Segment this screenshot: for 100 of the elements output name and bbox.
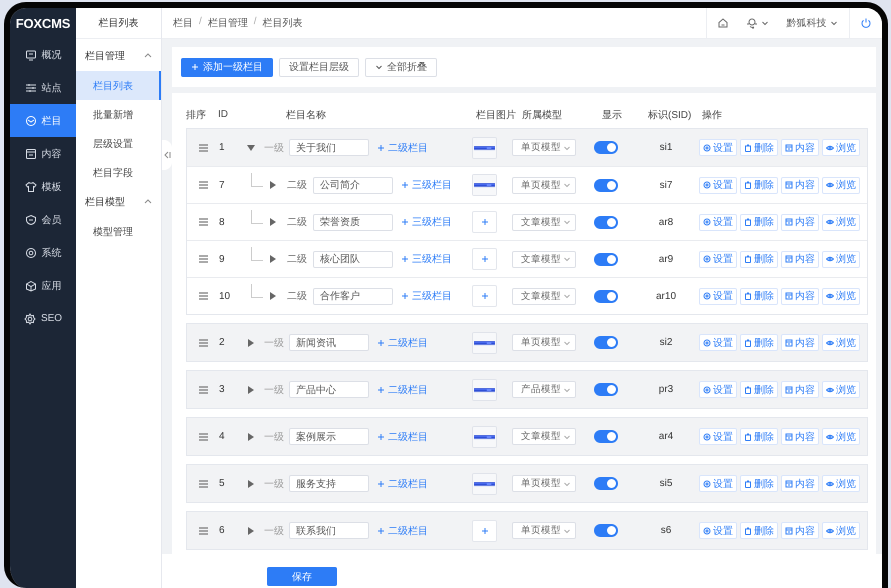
model-select[interactable]: 单页模型 [512, 475, 576, 492]
action-button[interactable]: 浏览 [822, 428, 860, 445]
action-button[interactable]: 设置 [699, 288, 737, 304]
add-sublevel-link[interactable]: 三级栏目 [401, 215, 452, 229]
toggle-switch[interactable] [594, 383, 618, 396]
name-field[interactable]: 荣誉资质 [313, 214, 393, 230]
action-button[interactable]: 设置 [699, 214, 737, 230]
action-button[interactable]: 设置 [699, 250, 737, 268]
model-select[interactable]: 文章模型 [512, 214, 576, 230]
menu-group[interactable]: 栏目管理 [76, 41, 161, 71]
action-button[interactable]: 内容 [781, 334, 819, 351]
action-button[interactable]: 删除 [740, 176, 778, 194]
toggle-switch[interactable] [594, 524, 618, 537]
action-button[interactable]: 设置 [699, 522, 737, 539]
name-field[interactable]: 新闻资讯 [289, 334, 369, 351]
menu-item[interactable]: 批量新增 [76, 100, 161, 129]
level-settings-button[interactable]: 设置栏目层级 [279, 58, 359, 76]
add-sublevel-link[interactable]: 三级栏目 [401, 252, 452, 266]
name-field[interactable]: 关于我们 [289, 139, 369, 156]
model-select[interactable]: 产品模型 [512, 381, 576, 398]
action-button[interactable]: 删除 [740, 428, 778, 445]
toggle-switch[interactable] [594, 336, 618, 349]
action-button[interactable]: 内容 [781, 288, 819, 304]
action-button[interactable]: 设置 [699, 475, 737, 492]
collapse-handle[interactable] [162, 140, 172, 170]
nav-item[interactable]: 内容 [10, 137, 76, 170]
action-button[interactable]: 删除 [740, 250, 778, 268]
action-button[interactable]: 内容 [781, 214, 819, 230]
toggle-switch[interactable] [594, 141, 618, 154]
action-button[interactable]: 浏览 [822, 176, 860, 194]
add-button[interactable]: 添加一级栏目 [181, 58, 273, 76]
nav-item[interactable]: 会员 [10, 203, 76, 236]
breadcrumb-item[interactable]: 栏目管理 [208, 16, 248, 30]
toggle-switch[interactable] [594, 178, 618, 192]
action-button[interactable]: 内容 [781, 139, 819, 156]
name-field[interactable]: 核心团队 [313, 250, 393, 268]
breadcrumb-item[interactable]: 栏目 [173, 16, 193, 30]
name-field[interactable]: 联系我们 [289, 522, 369, 539]
nav-item[interactable]: 应用 [10, 269, 76, 302]
action-button[interactable]: 内容 [781, 475, 819, 492]
action-button[interactable]: 浏览 [822, 522, 860, 539]
nav-item[interactable]: SEO [10, 302, 76, 335]
action-button[interactable]: 设置 [699, 428, 737, 445]
action-button[interactable]: 删除 [740, 381, 778, 398]
model-select[interactable]: 单页模型 [512, 334, 576, 351]
action-button[interactable]: 删除 [740, 139, 778, 156]
toggle-switch[interactable] [594, 290, 618, 302]
add-sublevel-link[interactable]: 二级栏目 [377, 382, 428, 396]
action-button[interactable]: 内容 [781, 176, 819, 194]
name-field[interactable]: 合作客户 [313, 288, 393, 304]
model-select[interactable]: 文章模型 [512, 428, 576, 445]
action-button[interactable]: 浏览 [822, 250, 860, 268]
toggle-switch[interactable] [594, 477, 618, 490]
add-sublevel-link[interactable]: 三级栏目 [401, 289, 452, 303]
nav-item[interactable]: 概况 [10, 38, 76, 71]
add-sublevel-link[interactable]: 二级栏目 [377, 524, 428, 538]
name-field[interactable]: 服务支持 [289, 475, 369, 492]
action-button[interactable]: 浏览 [822, 381, 860, 398]
user-menu[interactable]: 黔狐科技 [775, 8, 849, 38]
toggle-switch[interactable] [594, 216, 618, 228]
action-button[interactable]: 内容 [781, 522, 819, 539]
menu-item[interactable]: 层级设置 [76, 129, 161, 158]
action-button[interactable]: 设置 [699, 139, 737, 156]
add-sublevel-link[interactable]: 三级栏目 [401, 178, 452, 192]
action-button[interactable]: 浏览 [822, 334, 860, 351]
toggle-switch[interactable] [594, 252, 618, 266]
action-button[interactable]: 浏览 [822, 288, 860, 304]
model-select[interactable]: 单页模型 [512, 522, 576, 539]
action-button[interactable]: 设置 [699, 381, 737, 398]
model-select[interactable]: 文章模型 [512, 288, 576, 304]
action-button[interactable]: 内容 [781, 381, 819, 398]
name-field[interactable]: 案例展示 [289, 428, 369, 445]
action-button[interactable]: 浏览 [822, 139, 860, 156]
menu-group[interactable]: 栏目模型 [76, 187, 161, 217]
toggle-switch[interactable] [594, 430, 618, 443]
action-button[interactable]: 浏览 [822, 475, 860, 492]
menu-item[interactable]: 栏目列表 [76, 71, 161, 100]
add-sublevel-link[interactable]: 二级栏目 [377, 476, 428, 490]
name-field[interactable]: 产品中心 [289, 381, 369, 398]
model-select[interactable]: 单页模型 [512, 176, 576, 194]
add-sublevel-link[interactable]: 二级栏目 [377, 140, 428, 154]
menu-item[interactable]: 模型管理 [76, 217, 161, 246]
nav-item[interactable]: 站点 [10, 71, 76, 104]
action-button[interactable]: 删除 [740, 214, 778, 230]
action-button[interactable]: 内容 [781, 250, 819, 268]
model-select[interactable]: 文章模型 [512, 250, 576, 268]
action-button[interactable]: 设置 [699, 334, 737, 351]
nav-item[interactable]: 系统 [10, 236, 76, 269]
add-sublevel-link[interactable]: 二级栏目 [377, 336, 428, 350]
action-button[interactable]: 删除 [740, 288, 778, 304]
add-sublevel-link[interactable]: 二级栏目 [377, 430, 428, 444]
action-button[interactable]: 浏览 [822, 214, 860, 230]
action-button[interactable]: 删除 [740, 334, 778, 351]
menu-item[interactable]: 栏目字段 [76, 158, 161, 187]
action-button[interactable]: 删除 [740, 475, 778, 492]
model-select[interactable]: 单页模型 [512, 139, 576, 156]
action-button[interactable]: 删除 [740, 522, 778, 539]
name-field[interactable]: 公司简介 [313, 176, 393, 194]
nav-item[interactable]: 栏目 [10, 104, 76, 137]
action-button[interactable]: 内容 [781, 428, 819, 445]
